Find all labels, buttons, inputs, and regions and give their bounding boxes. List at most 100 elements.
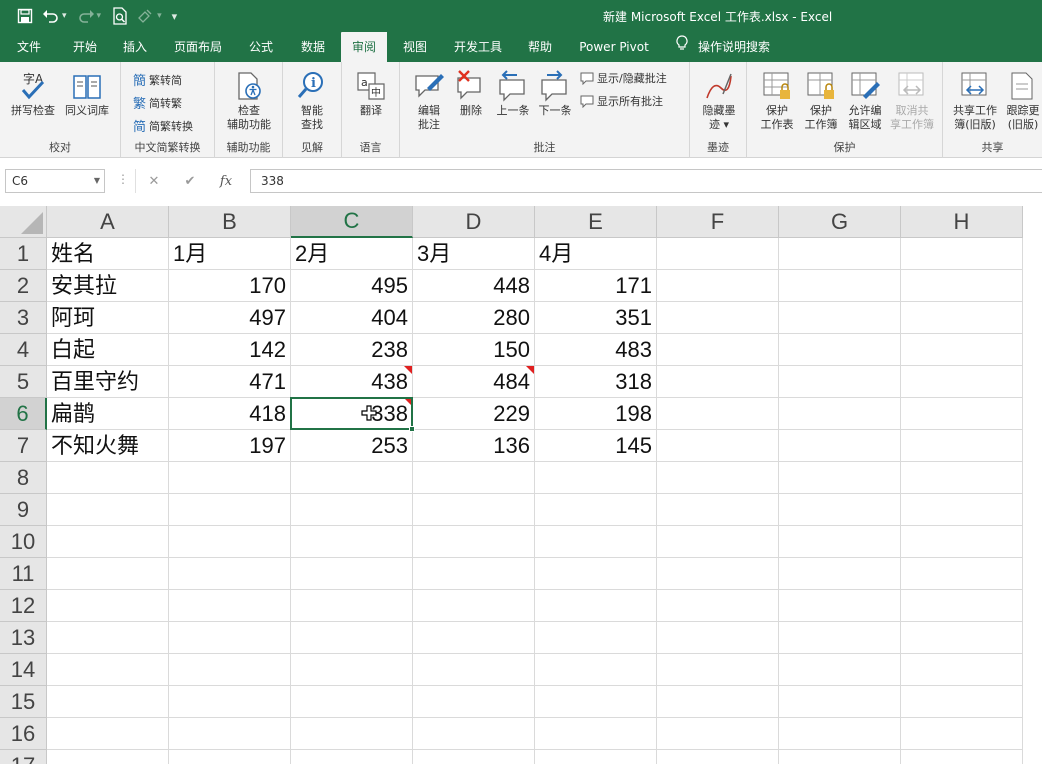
cell-h5[interactable] bbox=[901, 366, 1023, 398]
cell-d1[interactable]: 3月 bbox=[413, 238, 535, 270]
cell-g9[interactable] bbox=[779, 494, 901, 526]
cell-d15[interactable] bbox=[413, 686, 535, 718]
tab-power-pivot[interactable]: Power Pivot bbox=[571, 32, 657, 62]
row-header-11[interactable]: 11 bbox=[0, 558, 47, 590]
cell-e17[interactable] bbox=[535, 750, 657, 764]
track-changes-button[interactable]: 跟踪更 (旧版) bbox=[1001, 70, 1042, 132]
cell-b3[interactable]: 497 bbox=[169, 302, 291, 334]
tab-data[interactable]: 数据 bbox=[290, 32, 336, 62]
cell-f13[interactable] bbox=[657, 622, 779, 654]
row-header-3[interactable]: 3 bbox=[0, 302, 47, 334]
enter-entry-icon[interactable]: ✔ bbox=[172, 174, 208, 189]
column-header-b[interactable]: B bbox=[169, 206, 291, 238]
row-header-14[interactable]: 14 bbox=[0, 654, 47, 686]
undo-icon[interactable] bbox=[40, 4, 62, 28]
cell-a4[interactable]: 白起 bbox=[47, 334, 169, 366]
cell-d11[interactable] bbox=[413, 558, 535, 590]
cell-g16[interactable] bbox=[779, 718, 901, 750]
cell-g4[interactable] bbox=[779, 334, 901, 366]
cell-e12[interactable] bbox=[535, 590, 657, 622]
cell-d5[interactable]: 484 bbox=[413, 366, 535, 398]
cell-b17[interactable] bbox=[169, 750, 291, 764]
cell-f7[interactable] bbox=[657, 430, 779, 462]
cell-b13[interactable] bbox=[169, 622, 291, 654]
name-box[interactable]: C6 ▼ bbox=[5, 169, 105, 193]
cell-b4[interactable]: 142 bbox=[169, 334, 291, 366]
cell-f8[interactable] bbox=[657, 462, 779, 494]
cell-g6[interactable] bbox=[779, 398, 901, 430]
row-header-16[interactable]: 16 bbox=[0, 718, 47, 750]
cell-e16[interactable] bbox=[535, 718, 657, 750]
row-header-8[interactable]: 8 bbox=[0, 462, 47, 494]
row-header-13[interactable]: 13 bbox=[0, 622, 47, 654]
row-header-1[interactable]: 1 bbox=[0, 238, 47, 270]
tab-file[interactable]: 文件 bbox=[6, 32, 52, 62]
cell-c12[interactable] bbox=[291, 590, 413, 622]
thesaurus-button[interactable]: 同义词库 bbox=[60, 70, 114, 118]
cell-b8[interactable] bbox=[169, 462, 291, 494]
cell-f10[interactable] bbox=[657, 526, 779, 558]
cell-b14[interactable] bbox=[169, 654, 291, 686]
tab-developer[interactable]: 开发工具 bbox=[446, 32, 510, 62]
cell-c17[interactable] bbox=[291, 750, 413, 764]
cell-b9[interactable] bbox=[169, 494, 291, 526]
cell-c5[interactable]: 438 bbox=[291, 366, 413, 398]
cell-g10[interactable] bbox=[779, 526, 901, 558]
cell-f5[interactable] bbox=[657, 366, 779, 398]
row-header-4[interactable]: 4 bbox=[0, 334, 47, 366]
row-header-10[interactable]: 10 bbox=[0, 526, 47, 558]
cell-h10[interactable] bbox=[901, 526, 1023, 558]
cell-h8[interactable] bbox=[901, 462, 1023, 494]
cell-a16[interactable] bbox=[47, 718, 169, 750]
chinese-convert-button[interactable]: 简 简繁转换 bbox=[133, 116, 193, 136]
share-workbook-button[interactable]: 共享工作 簿(旧版) bbox=[949, 70, 1001, 132]
show-hide-comment-button[interactable]: 显示/隐藏批注 bbox=[580, 70, 667, 86]
cell-g2[interactable] bbox=[779, 270, 901, 302]
insert-function-icon[interactable]: fx bbox=[208, 174, 244, 189]
cell-e7[interactable]: 145 bbox=[535, 430, 657, 462]
row-header-9[interactable]: 9 bbox=[0, 494, 47, 526]
cell-b2[interactable]: 170 bbox=[169, 270, 291, 302]
cell-d3[interactable]: 280 bbox=[413, 302, 535, 334]
tab-home[interactable]: 开始 bbox=[60, 32, 110, 62]
cell-h1[interactable] bbox=[901, 238, 1023, 270]
cell-d4[interactable]: 150 bbox=[413, 334, 535, 366]
cell-e4[interactable]: 483 bbox=[535, 334, 657, 366]
hide-ink-button[interactable]: 隐藏墨 迹 ▾ bbox=[696, 70, 742, 132]
cell-f15[interactable] bbox=[657, 686, 779, 718]
cell-f16[interactable] bbox=[657, 718, 779, 750]
cell-f11[interactable] bbox=[657, 558, 779, 590]
column-header-c[interactable]: C bbox=[291, 206, 413, 238]
cell-c8[interactable] bbox=[291, 462, 413, 494]
spelling-button[interactable]: 字A 拼写检查 bbox=[6, 70, 60, 118]
delete-comment-button[interactable]: 删除 bbox=[452, 70, 490, 118]
cell-f17[interactable] bbox=[657, 750, 779, 764]
cell-d12[interactable] bbox=[413, 590, 535, 622]
cell-h7[interactable] bbox=[901, 430, 1023, 462]
cell-a3[interactable]: 阿珂 bbox=[47, 302, 169, 334]
save-icon[interactable] bbox=[14, 4, 36, 28]
formula-input[interactable]: 338 bbox=[250, 169, 1042, 193]
cell-a12[interactable] bbox=[47, 590, 169, 622]
cell-c15[interactable] bbox=[291, 686, 413, 718]
cell-c14[interactable] bbox=[291, 654, 413, 686]
row-header-2[interactable]: 2 bbox=[0, 270, 47, 302]
cell-e11[interactable] bbox=[535, 558, 657, 590]
cell-g11[interactable] bbox=[779, 558, 901, 590]
cell-g17[interactable] bbox=[779, 750, 901, 764]
cell-c3[interactable]: 404 bbox=[291, 302, 413, 334]
tab-review[interactable]: 审阅 bbox=[341, 32, 387, 62]
cell-c7[interactable]: 253 bbox=[291, 430, 413, 462]
cell-g14[interactable] bbox=[779, 654, 901, 686]
cell-c16[interactable] bbox=[291, 718, 413, 750]
cell-h9[interactable] bbox=[901, 494, 1023, 526]
cell-f12[interactable] bbox=[657, 590, 779, 622]
cell-e15[interactable] bbox=[535, 686, 657, 718]
cell-h14[interactable] bbox=[901, 654, 1023, 686]
cell-c6[interactable]: 338 bbox=[291, 398, 413, 430]
cell-d7[interactable]: 136 bbox=[413, 430, 535, 462]
show-all-comments-button[interactable]: 显示所有批注 bbox=[580, 93, 663, 109]
column-header-a[interactable]: A bbox=[47, 206, 169, 238]
cell-h15[interactable] bbox=[901, 686, 1023, 718]
undo-dropdown-icon[interactable]: ▾ bbox=[62, 11, 67, 21]
